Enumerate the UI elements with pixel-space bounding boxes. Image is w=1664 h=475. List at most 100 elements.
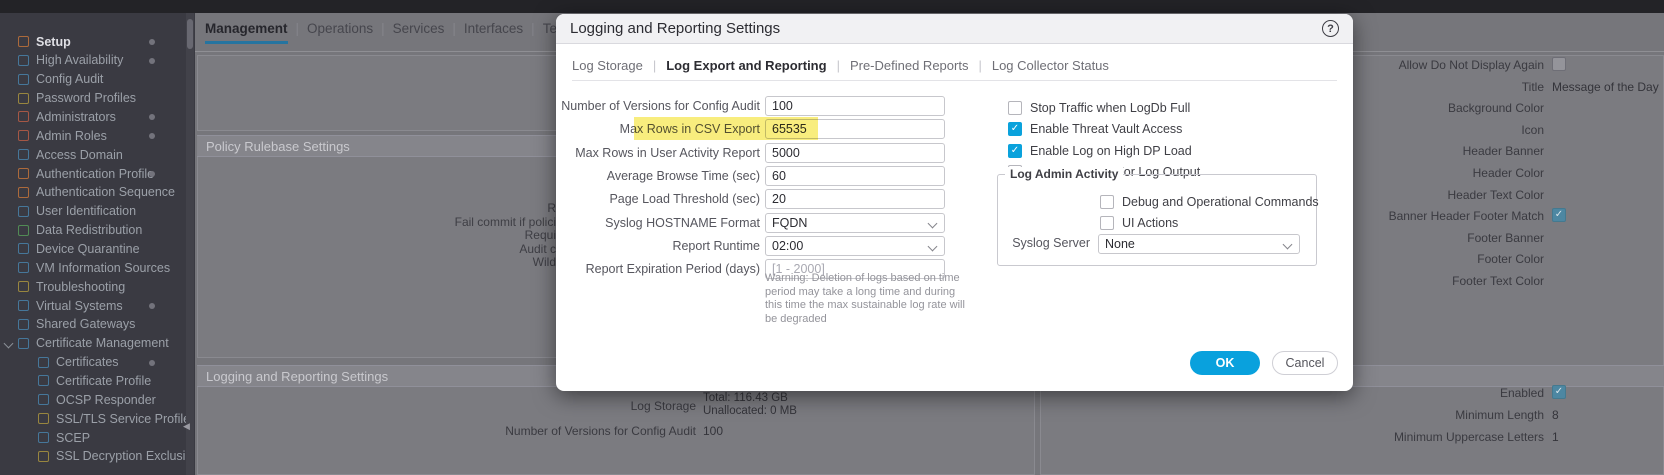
chevron-down-icon: [1283, 240, 1293, 250]
syslog-server-select[interactable]: None: [1098, 234, 1300, 254]
field-value: 60: [772, 169, 786, 183]
debug-and-operational-commands-checkbox[interactable]: [1100, 195, 1114, 209]
scrollbar-thumb[interactable]: [187, 19, 193, 49]
certificate-profile-icon: [38, 375, 49, 386]
help-icon[interactable]: ?: [1322, 20, 1339, 37]
sidebar-item-virtual-systems[interactable]: Virtual Systems: [0, 296, 195, 315]
sidebar-item-authentication-profile[interactable]: Authentication Profile: [0, 164, 195, 183]
chevron-down-icon[interactable]: [4, 338, 14, 348]
sidebar-scrollbar[interactable]: [186, 13, 194, 475]
access-domain-icon: [18, 149, 29, 160]
sidebar-item-certificate-profile[interactable]: Certificate Profile: [0, 371, 195, 390]
sidebar-item-config-audit[interactable]: Config Audit: [0, 70, 195, 89]
enable-log-on-high-dp-load-checkbox[interactable]: ✓: [1008, 144, 1022, 158]
sidebar: SetupHigh Availability Config Audit Passwo…: [0, 13, 195, 475]
setup-icon: [18, 36, 29, 47]
setting-label: Minimum Length: [1455, 408, 1544, 422]
tab-management[interactable]: Management: [205, 21, 288, 44]
field-label: Number of Versions for Config Audit: [561, 96, 760, 116]
max-rows-in-user-activity-report-input[interactable]: 5000: [765, 143, 945, 163]
checkbox-label: UI Actions: [1122, 216, 1178, 230]
sidebar-item-label: VM Information Sources: [36, 261, 170, 275]
sidebar-item-ocsp-responder[interactable]: OCSP Responder: [0, 390, 195, 409]
checkbox-label: Stop Traffic when LogDb Full: [1030, 101, 1190, 115]
sidebar-item-authentication-sequence[interactable]: Authentication Sequence: [0, 183, 195, 202]
sidebar-item-certificate-management[interactable]: Certificate Management: [0, 334, 195, 353]
status-dot: [149, 303, 155, 309]
setting-label: Title: [1522, 80, 1544, 94]
sidebar-item-vm-information-sources[interactable]: VM Information Sources: [0, 258, 195, 277]
status-dot: [149, 171, 155, 177]
page-load-threshold-sec-input[interactable]: 20: [765, 189, 945, 209]
sidebar-item-password-profiles[interactable]: Password Profiles: [0, 89, 195, 108]
sidebar-item-access-domain[interactable]: Access Domain: [0, 145, 195, 164]
sidebar-item-label: Authentication Profile: [36, 167, 154, 181]
policy-setting-label: Requi: [300, 228, 556, 242]
high-availability-icon: [18, 55, 29, 66]
sidebar-item-user-identification[interactable]: User Identification: [0, 202, 195, 221]
setting-value: 8: [1552, 408, 1559, 422]
sidebar-item-admin-roles[interactable]: Admin Roles: [0, 126, 195, 145]
sidebar-item-shared-gateways[interactable]: Shared Gateways: [0, 315, 195, 334]
sidebar-item-label: Authentication Sequence: [36, 185, 175, 199]
syslog-hostname-format-select[interactable]: FQDN: [765, 213, 945, 233]
admin-roles-icon: [18, 130, 29, 141]
policy-setting-label: Wild: [300, 255, 556, 269]
tab-separator: |: [837, 58, 840, 73]
sidebar-item-troubleshooting[interactable]: Troubleshooting: [0, 277, 195, 296]
authentication-profile-icon: [18, 168, 29, 179]
number-of-versions-for-config-audit-input[interactable]: 100: [765, 96, 945, 116]
sidebar-item-device-quarantine[interactable]: Device Quarantine: [0, 239, 195, 258]
tab-interfaces[interactable]: Interfaces: [464, 21, 523, 41]
sidebar-item-scep[interactable]: SCEP: [0, 428, 195, 447]
average-browse-time-sec-input[interactable]: 60: [765, 166, 945, 186]
panel-collapse-handle[interactable]: ◀: [183, 421, 190, 432]
dialog-title: Logging and Reporting Settings: [570, 14, 780, 44]
tab-operations[interactable]: Operations: [307, 21, 373, 41]
tab-services[interactable]: Services: [393, 21, 445, 41]
tab-separator: |: [531, 21, 535, 36]
field-label: Max Rows in User Activity Report: [575, 143, 760, 163]
tab-separator: |: [978, 58, 981, 73]
max-rows-in-csv-export-input[interactable]: 65535: [765, 119, 945, 139]
enable-threat-vault-access-checkbox[interactable]: ✓: [1008, 122, 1022, 136]
allow-do-not-display-again-checkbox[interactable]: [1552, 57, 1566, 71]
dialog-tab-log-storage[interactable]: Log Storage: [572, 58, 643, 73]
field-label: Report Runtime: [672, 236, 760, 256]
cancel-button[interactable]: Cancel: [1272, 351, 1338, 375]
stop-traffic-when-logdb-full-checkbox[interactable]: [1008, 101, 1022, 115]
setting-label: Enabled: [1500, 386, 1544, 400]
sidebar-item-data-redistribution[interactable]: Data Redistribution: [0, 221, 195, 240]
password-profiles-icon: [18, 93, 29, 104]
setting-label: Footer Color: [1477, 252, 1544, 266]
sidebar-item-setup[interactable]: Setup: [0, 32, 195, 51]
sidebar-item-certificates[interactable]: Certificates: [0, 353, 195, 372]
dialog-titlebar: Logging and Reporting Settings ?: [556, 14, 1353, 44]
setting-label: Footer Banner: [1467, 231, 1544, 245]
sidebar-item-ssl-decryption-exclusio[interactable]: SSL Decryption Exclusio: [0, 447, 195, 466]
tab-te[interactable]: Te: [543, 21, 557, 41]
dialog-tab-log-export-and-reporting[interactable]: Log Export and Reporting: [666, 58, 826, 73]
ocsp-responder-icon: [38, 394, 49, 405]
log-storage-label: Log Storage: [631, 399, 696, 413]
sidebar-item-ssl-tls-service-profile[interactable]: SSL/TLS Service Profile: [0, 409, 195, 428]
syslog-server-value: None: [1105, 237, 1135, 251]
status-dot: [149, 58, 155, 64]
sidebar-item-label: Admin Roles: [36, 129, 107, 143]
report-runtime-select[interactable]: 02:00: [765, 236, 945, 256]
field-value: 5000: [772, 146, 800, 160]
virtual-systems-icon: [18, 300, 29, 311]
enabled-checkbox[interactable]: ✓: [1552, 385, 1566, 399]
sidebar-item-high-availability[interactable]: High Availability: [0, 51, 195, 70]
ok-button[interactable]: OK: [1190, 351, 1260, 375]
banner-header-footer-match-checkbox[interactable]: ✓: [1552, 208, 1566, 222]
field-value: 65535: [772, 122, 807, 136]
field-value: 02:00: [772, 239, 803, 253]
dialog-tab-pre-defined-reports[interactable]: Pre-Defined Reports: [850, 58, 969, 73]
dialog-tab-log-collector-status[interactable]: Log Collector Status: [992, 58, 1109, 73]
sidebar-item-administrators[interactable]: Administrators: [0, 107, 195, 126]
ui-actions-checkbox[interactable]: [1100, 216, 1114, 230]
sidebar-item-label: Config Audit: [36, 72, 103, 86]
log-storage-unallocated: Unallocated: 0 MB: [703, 405, 797, 417]
sidebar-item-label: SSL Decryption Exclusio: [56, 449, 192, 463]
